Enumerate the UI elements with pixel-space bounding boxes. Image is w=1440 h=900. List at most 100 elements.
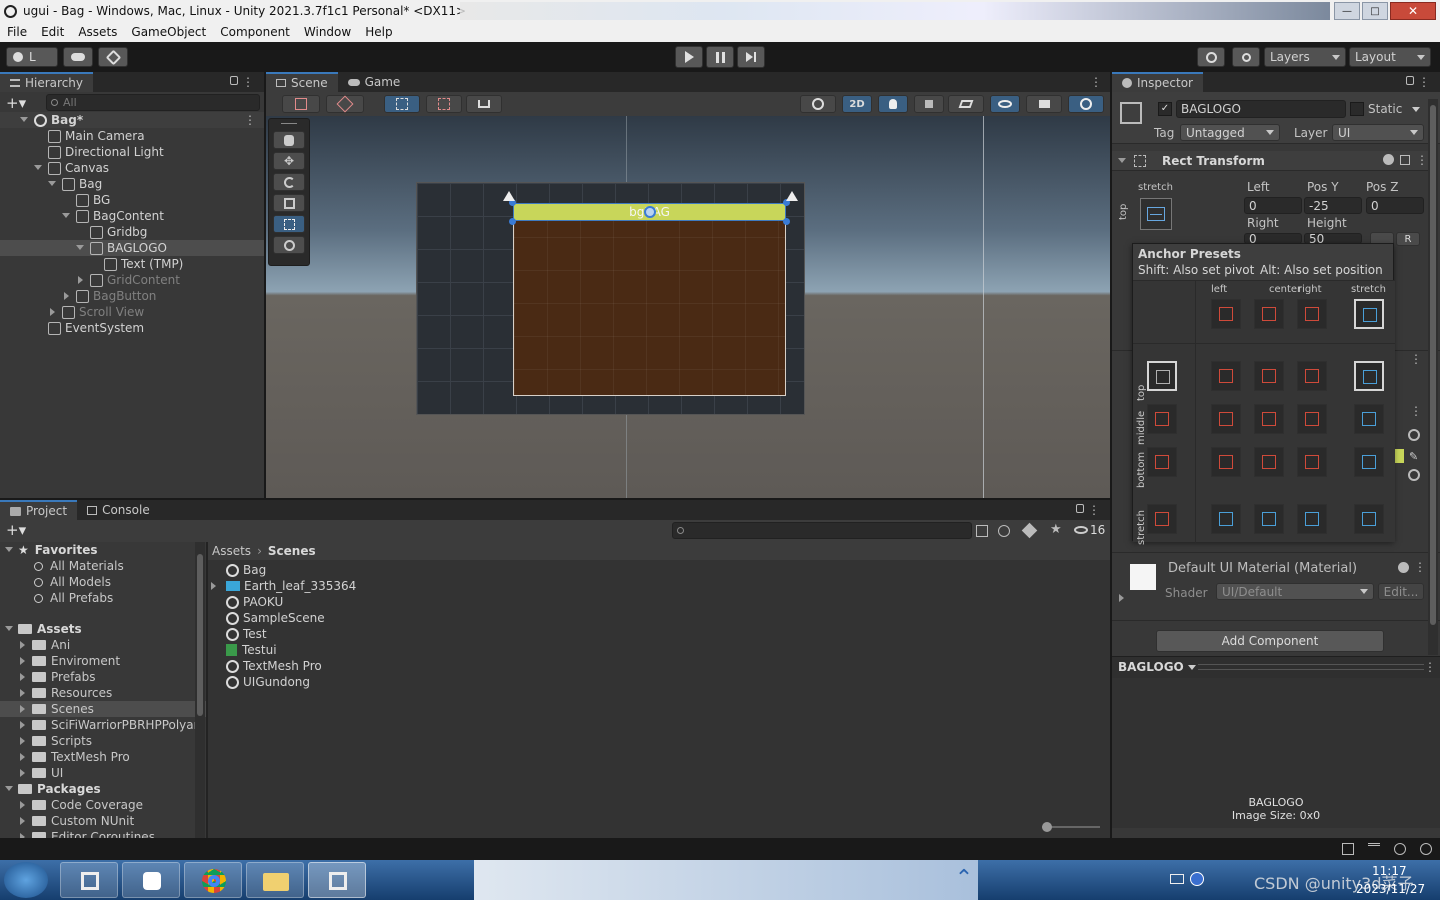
search-button[interactable] (1232, 47, 1260, 67)
foldout-expanded-icon[interactable] (62, 213, 70, 218)
material-thumbnail[interactable] (1130, 564, 1156, 590)
project-search-field[interactable] (672, 522, 972, 539)
tree-folder-item[interactable]: UI (0, 765, 206, 781)
foldout-collapsed-icon[interactable] (20, 817, 25, 825)
history-button[interactable] (1197, 47, 1225, 67)
hand-tool-button[interactable] (273, 131, 305, 149)
hierarchy-search-field[interactable]: All (46, 94, 260, 111)
tag-dropdown[interactable]: Untagged (1180, 124, 1280, 141)
start-button[interactable] (4, 862, 48, 898)
tree-folder-item[interactable]: Ani (0, 637, 206, 653)
hierarchy-item[interactable]: Scroll View (0, 304, 264, 320)
kebab-menu-icon[interactable]: ⋮ (244, 113, 256, 127)
foldout-icon[interactable] (1118, 158, 1126, 163)
foldout-collapsed-icon[interactable] (20, 769, 25, 777)
menu-item-file[interactable]: File (0, 25, 34, 39)
lock-icon[interactable] (1076, 504, 1084, 513)
anchor-preset-option[interactable] (1297, 404, 1327, 434)
rotate-tool-button[interactable] (273, 173, 305, 191)
anchor-preset-option[interactable] (1254, 447, 1284, 477)
shader-dropdown[interactable]: UI/Default (1216, 583, 1374, 600)
target-icon[interactable] (1408, 429, 1420, 441)
menu-item-help[interactable]: Help (358, 25, 399, 39)
tab-project[interactable]: Project (0, 500, 78, 520)
asset-file-item[interactable]: TextMesh Pro (208, 658, 1110, 674)
inspector-scrollbar[interactable] (1428, 99, 1438, 655)
kebab-menu-icon[interactable]: ⋮ (1424, 660, 1436, 674)
debug-icon[interactable] (1342, 843, 1354, 855)
tree-folder-item[interactable]: Scripts (0, 733, 206, 749)
kebab-menu-icon[interactable]: ⋮ (242, 75, 254, 89)
shading-button[interactable] (800, 95, 836, 113)
anchor-preset-option[interactable] (1297, 299, 1327, 329)
anchor-preset-button[interactable] (1140, 198, 1172, 230)
rect-handle-bottom-right[interactable] (783, 218, 790, 225)
account-button[interactable]: L (6, 47, 58, 67)
menu-item-window[interactable]: Window (297, 25, 358, 39)
rect-handle-bottom-left[interactable] (509, 218, 516, 225)
taskbar-chrome-button[interactable] (184, 862, 242, 898)
maximize-button[interactable]: □ (1362, 2, 1388, 20)
foldout-collapsed-icon[interactable] (20, 721, 25, 729)
anchor-preset-option[interactable] (1297, 447, 1327, 477)
kebab-menu-icon[interactable]: ⋮ (1416, 153, 1428, 167)
raw-edit-button[interactable]: R (1396, 232, 1420, 246)
tree-folder-item[interactable]: Code Coverage (0, 797, 206, 813)
presets-icon[interactable] (1400, 155, 1410, 165)
menu-item-component[interactable]: Component (213, 25, 297, 39)
hierarchy-item[interactable]: BagButton (0, 288, 264, 304)
foldout-collapsed-icon[interactable] (20, 705, 25, 713)
tab-inspector[interactable]: Inspector (1112, 72, 1203, 92)
canvas-rect[interactable]: bgBAG (416, 182, 805, 415)
gameobject-name-field[interactable]: BAGLOGO (1176, 100, 1346, 118)
play-button[interactable] (675, 46, 703, 68)
asset-file-item[interactable]: Earth_leaf_335364 (208, 578, 1110, 594)
anchor-handle-left[interactable] (503, 191, 515, 201)
foldout-expanded-icon[interactable] (76, 245, 84, 250)
close-button[interactable]: ✕ (1390, 2, 1436, 20)
asset-file-item[interactable]: UIGundong (208, 674, 1110, 690)
eyedropper-icon[interactable]: ✎ (1409, 450, 1418, 463)
foldout-collapsed-icon[interactable] (50, 308, 55, 316)
help-icon[interactable] (1190, 872, 1204, 886)
anchor-preset-option[interactable] (1297, 504, 1327, 534)
hierarchy-item[interactable]: Bag* ⋮ (0, 112, 264, 128)
layers-stack-icon[interactable] (1368, 843, 1380, 855)
anchor-preset-option[interactable] (1254, 404, 1284, 434)
minimize-button[interactable]: — (1334, 2, 1360, 20)
foldout-expanded-icon[interactable] (5, 786, 13, 791)
anchor-preset-option[interactable] (1147, 404, 1177, 434)
kebab-menu-icon[interactable]: ⋮ (1418, 75, 1430, 89)
foldout-collapsed-icon[interactable] (20, 641, 25, 649)
keyboard-icon[interactable] (1170, 874, 1184, 884)
asset-file-item[interactable]: Bag (208, 562, 1110, 578)
kebab-menu-icon[interactable]: ⋮ (1088, 503, 1100, 517)
taskbar-unity-editor-button[interactable] (308, 862, 366, 898)
foldout-collapsed-icon[interactable] (20, 673, 25, 681)
step-button[interactable] (737, 46, 765, 68)
hierarchy-item[interactable]: Directional Light (0, 144, 264, 160)
search-by-label-icon[interactable] (998, 525, 1010, 537)
static-checkbox[interactable] (1350, 102, 1364, 116)
transform-tool-button[interactable] (273, 236, 305, 254)
kebab-menu-icon[interactable]: ⋮ (1090, 75, 1102, 89)
menu-item-assets[interactable]: Assets (71, 25, 124, 39)
hierarchy-item[interactable]: Main Camera (0, 128, 264, 144)
anchor-handle-right[interactable] (786, 191, 798, 201)
tree-folder-item[interactable]: Prefabs (0, 669, 206, 685)
asset-size-slider[interactable] (1042, 822, 1100, 832)
tab-hierarchy[interactable]: Hierarchy (0, 72, 94, 92)
2d-toggle-button[interactable]: 2D (842, 95, 872, 113)
render-mode-button[interactable] (326, 95, 364, 113)
foldout-collapsed-icon[interactable] (20, 689, 25, 697)
increment-snap-button[interactable] (466, 95, 502, 113)
check-circle-icon[interactable] (1420, 843, 1432, 855)
foldout-collapsed-icon[interactable] (211, 582, 216, 590)
asset-file-item[interactable]: Test (208, 626, 1110, 642)
kebab-menu-icon[interactable]: ⋮ (1410, 404, 1422, 418)
foldout-collapsed-icon[interactable] (64, 292, 69, 300)
taskbar-unity-hub-button[interactable] (60, 862, 118, 898)
anchor-preset-option[interactable] (1354, 447, 1384, 477)
kebab-menu-icon[interactable]: ⋮ (1414, 560, 1426, 574)
anchor-preset-option[interactable] (1254, 299, 1284, 329)
